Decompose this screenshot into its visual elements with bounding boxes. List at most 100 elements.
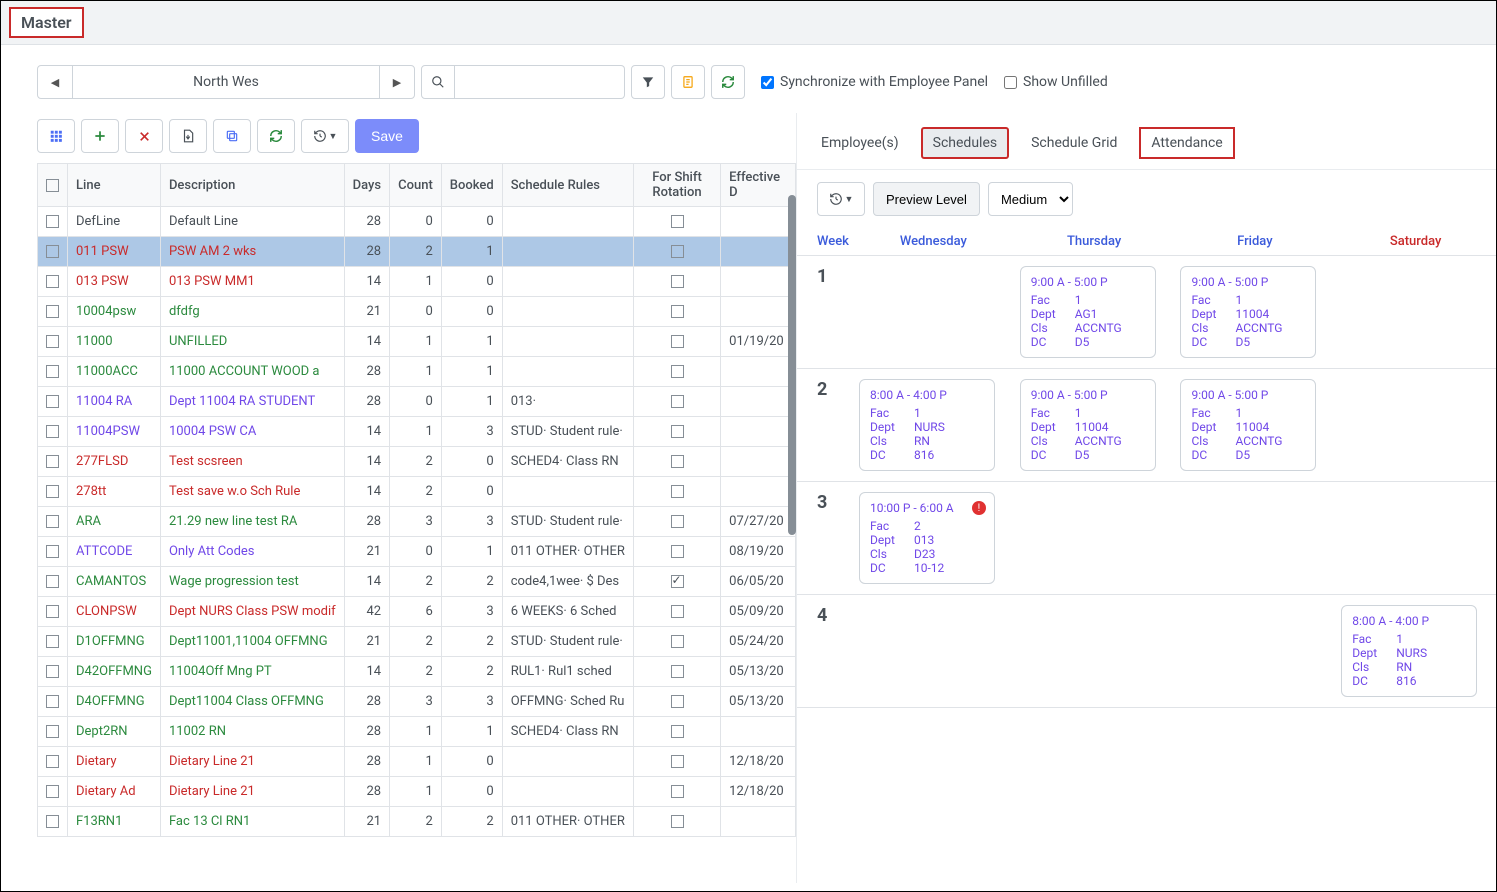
copy-button[interactable]	[213, 119, 251, 153]
filter-button[interactable]	[631, 65, 665, 99]
table-row[interactable]: 11000ACC11000 ACCOUNT WOOD a2811	[38, 357, 796, 387]
rotation-checkbox[interactable]	[671, 725, 684, 738]
rotation-checkbox[interactable]	[671, 755, 684, 768]
grid-header[interactable]: Schedule Rules	[502, 164, 633, 207]
grid-header[interactable]: Days	[344, 164, 389, 207]
grid-header[interactable]: Count	[390, 164, 442, 207]
scrollbar[interactable]	[788, 195, 796, 535]
row-checkbox[interactable]	[46, 635, 59, 648]
row-checkbox[interactable]	[46, 575, 59, 588]
rotation-checkbox[interactable]	[671, 575, 684, 588]
schedule-card[interactable]: 9:00 A - 5:00 PFac1Dept11004ClsACCNTGDCD…	[1180, 266, 1316, 358]
table-row[interactable]: 10004pswdfdfg2100	[38, 297, 796, 327]
rotation-checkbox[interactable]	[671, 365, 684, 378]
schedule-history-button[interactable]: ▼	[817, 182, 865, 216]
row-checkbox[interactable]	[46, 605, 59, 618]
row-checkbox[interactable]	[46, 335, 59, 348]
site-name[interactable]: North Wes	[72, 66, 380, 98]
export-button[interactable]	[169, 119, 207, 153]
table-row[interactable]: ARA21.29 new line test RA2833STUD· Stude…	[38, 507, 796, 537]
site-next-button[interactable]: ▶	[380, 66, 414, 98]
row-checkbox[interactable]	[46, 545, 59, 558]
lines-grid[interactable]: LineDescriptionDaysCountBookedSchedule R…	[37, 163, 796, 883]
row-checkbox[interactable]	[46, 215, 59, 228]
row-checkbox[interactable]	[46, 665, 59, 678]
unfilled-checkbox[interactable]	[1004, 76, 1017, 89]
grid-header[interactable]: Line	[68, 164, 161, 207]
table-row[interactable]: CAMANTOSWage progression test1422code4,1…	[38, 567, 796, 597]
rotation-checkbox[interactable]	[671, 665, 684, 678]
refresh-button[interactable]	[257, 119, 295, 153]
sync-button[interactable]	[711, 65, 745, 99]
table-row[interactable]: DefLineDefault Line2800	[38, 207, 796, 237]
grid-header[interactable]	[38, 164, 68, 207]
rotation-checkbox[interactable]	[671, 695, 684, 708]
row-checkbox[interactable]	[46, 455, 59, 468]
grid-header[interactable]: Description	[160, 164, 344, 207]
table-row[interactable]: CLONPSWDept NURS Class PSW modif42636 WE…	[38, 597, 796, 627]
sync-checkbox[interactable]	[761, 76, 774, 89]
row-checkbox[interactable]	[46, 365, 59, 378]
rotation-checkbox[interactable]	[671, 305, 684, 318]
site-prev-button[interactable]: ◀	[38, 66, 72, 98]
row-checkbox[interactable]	[46, 305, 59, 318]
rotation-checkbox[interactable]	[671, 485, 684, 498]
grid-header[interactable]: For Shift Rotation	[633, 164, 720, 207]
schedule-card[interactable]: 9:00 A - 5:00 PFac1Dept11004ClsACCNTGDCD…	[1020, 379, 1156, 471]
grid-header[interactable]: Booked	[441, 164, 502, 207]
table-row[interactable]: D42OFFMNG11004Off Mng PT1422RUL1· Rul1 s…	[38, 657, 796, 687]
table-row[interactable]: 011 PSWPSW AM 2 wks2821	[38, 237, 796, 267]
row-checkbox[interactable]	[46, 245, 59, 258]
rotation-checkbox[interactable]	[671, 785, 684, 798]
row-checkbox[interactable]	[46, 785, 59, 798]
table-row[interactable]: Dietary AdDietary Line 21281012/18/20	[38, 777, 796, 807]
add-button[interactable]	[81, 119, 119, 153]
table-row[interactable]: Dept2RN11002 RN2811SCHED4· Class RN	[38, 717, 796, 747]
schedule-card[interactable]: !10:00 P - 6:00 AFac2Dept013ClsD23DC10-1…	[859, 492, 995, 584]
table-row[interactable]: 013 PSW013 PSW MM11410	[38, 267, 796, 297]
schedule-card[interactable]: 9:00 A - 5:00 PFac1DeptAG1ClsACCNTGDCD5	[1020, 266, 1156, 358]
row-checkbox[interactable]	[46, 395, 59, 408]
table-row[interactable]: D1OFFMNGDept11001,11004 OFFMNG2122STUD· …	[38, 627, 796, 657]
table-row[interactable]: D4OFFMNGDept11004 Class OFFMNG2833OFFMNG…	[38, 687, 796, 717]
unfilled-checkbox-label[interactable]: Show Unfilled	[1004, 74, 1108, 90]
grid-view-button[interactable]	[37, 119, 75, 153]
table-row[interactable]: ATTCODEOnly Att Codes2101011 OTHER· OTHE…	[38, 537, 796, 567]
row-checkbox[interactable]	[46, 425, 59, 438]
row-checkbox[interactable]	[46, 485, 59, 498]
rotation-checkbox[interactable]	[671, 455, 684, 468]
sync-checkbox-label[interactable]: Synchronize with Employee Panel	[761, 74, 988, 90]
row-checkbox[interactable]	[46, 815, 59, 828]
rotation-checkbox[interactable]	[671, 275, 684, 288]
history-button[interactable]: ▼	[301, 119, 349, 153]
rotation-checkbox[interactable]	[671, 605, 684, 618]
table-row[interactable]: F13RN1Fac 13 Cl RN12122011 OTHER· OTHER	[38, 807, 796, 837]
rotation-checkbox[interactable]	[671, 245, 684, 258]
table-row[interactable]: 277FLSDTest scsreen1420SCHED4· Class RN	[38, 447, 796, 477]
table-row[interactable]: DietaryDietary Line 21281012/18/20	[38, 747, 796, 777]
tab-schedule-grid[interactable]: Schedule Grid	[1027, 129, 1121, 157]
rotation-checkbox[interactable]	[671, 215, 684, 228]
tab-schedules[interactable]: Schedules	[921, 127, 1009, 159]
rotation-checkbox[interactable]	[671, 815, 684, 828]
row-checkbox[interactable]	[46, 515, 59, 528]
row-checkbox[interactable]	[46, 725, 59, 738]
grid-header[interactable]: Effective D	[721, 164, 796, 207]
rotation-checkbox[interactable]	[671, 335, 684, 348]
schedule-card[interactable]: 8:00 A - 4:00 PFac1DeptNURSClsRNDC816	[859, 379, 995, 471]
delete-button[interactable]	[125, 119, 163, 153]
preview-level-select[interactable]: Medium	[988, 182, 1073, 216]
table-row[interactable]: 11004PSW10004 PSW CA1413STUD· Student ru…	[38, 417, 796, 447]
rotation-checkbox[interactable]	[671, 545, 684, 558]
schedule-card[interactable]: 9:00 A - 5:00 PFac1Dept11004ClsACCNTGDCD…	[1180, 379, 1316, 471]
tab-attendance[interactable]: Attendance	[1139, 127, 1234, 159]
save-button[interactable]: Save	[355, 119, 419, 153]
search-input[interactable]	[455, 65, 625, 99]
document-button[interactable]	[671, 65, 705, 99]
table-row[interactable]: 278ttTest save w.o Sch Rule1420	[38, 477, 796, 507]
table-row[interactable]: 11000UNFILLED141101/19/20	[38, 327, 796, 357]
rotation-checkbox[interactable]	[671, 425, 684, 438]
preview-level-button[interactable]: Preview Level	[873, 182, 980, 216]
search-button[interactable]	[421, 65, 455, 99]
row-checkbox[interactable]	[46, 695, 59, 708]
